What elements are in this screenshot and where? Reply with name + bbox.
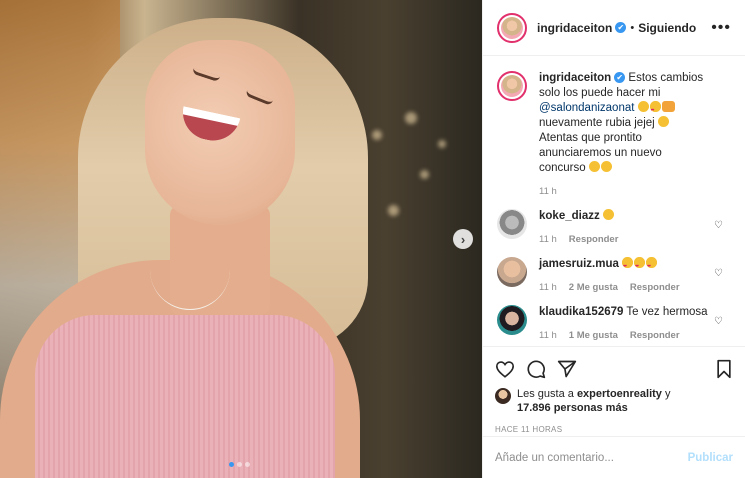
likes-summary: Les gusta a expertoenreality y 17.896 pe… (495, 387, 733, 415)
more-options-icon[interactable]: ••• (711, 19, 731, 37)
author-avatar[interactable] (497, 12, 527, 43)
chevron-right-icon[interactable]: › (453, 229, 473, 249)
grin-emoji-icon (657, 116, 669, 127)
comment-reply-button[interactable]: Responder (569, 234, 619, 245)
likes-text: Les gusta a expertoenreality y 17.896 pe… (517, 387, 670, 415)
comment: koke_diazz 11 h Responder ♡ (497, 209, 731, 245)
caption-username[interactable]: ingridaceiton (539, 72, 611, 84)
post-header: ingridaceiton ✔ • Siguiendo ••• (483, 0, 745, 56)
comment-likes-count[interactable]: 1 Me gusta (569, 330, 618, 341)
heart-eyes-emoji-icon (649, 101, 661, 117)
comment-body: Te vez hermosa (626, 306, 708, 318)
commenter-avatar[interactable] (497, 305, 527, 335)
liker-avatar[interactable] (495, 388, 511, 404)
comment-username[interactable]: klaudika152679 (539, 306, 623, 318)
comment-time[interactable]: 11 h (539, 282, 557, 293)
save-bookmark-icon[interactable] (715, 359, 733, 379)
post-timestamp[interactable]: HACE 11 HORAS (495, 425, 733, 434)
comment-meta: 11 h 2 Me gusta Responder (539, 282, 709, 293)
bokeh-light (420, 170, 429, 179)
verified-badge-icon: ✔ (615, 22, 627, 33)
publish-button[interactable]: Publicar (688, 452, 733, 464)
comment-text: koke_diazz (539, 209, 709, 224)
pink-top (35, 315, 335, 478)
caption-text: ingridaceiton ✔ Estos cambios solo los pu… (539, 71, 709, 176)
heart-eyes-emoji-icon (634, 257, 646, 273)
bokeh-light (438, 140, 446, 148)
caption-mention-link[interactable]: @salondanizaonat (539, 102, 634, 114)
comment-likes-count[interactable]: 2 Me gusta (569, 282, 618, 293)
bokeh-light (372, 130, 382, 140)
comment: jamesruiz.mua 11 h 2 Me gusta Responder ♡ (497, 257, 731, 293)
comment: klaudika152679 Te vez hermosa 11 h 1 Me g… (497, 305, 731, 341)
comment-like-heart-icon[interactable]: ♡ (714, 220, 723, 231)
following-button[interactable]: Siguiendo (638, 21, 696, 35)
caption-meta: 11 h (539, 186, 709, 197)
carousel-dot (245, 462, 250, 467)
bokeh-light (388, 205, 399, 216)
like-heart-icon[interactable] (495, 360, 515, 378)
action-icons (495, 355, 733, 383)
comment-input[interactable] (495, 451, 688, 464)
comment-reply-button[interactable]: Responder (630, 282, 680, 293)
author-username[interactable]: ingridaceiton (537, 21, 612, 35)
comment-reply-button[interactable]: Responder (630, 330, 680, 341)
comments-list[interactable]: ingridaceiton ✔ Estos cambios solo los pu… (483, 57, 745, 346)
post-photo[interactable]: › (0, 0, 482, 478)
scream-emoji-icon (588, 161, 600, 172)
comment-username[interactable]: jamesruiz.mua (539, 258, 619, 270)
comment-like-heart-icon[interactable]: ♡ (714, 316, 723, 327)
commenter-avatar[interactable] (497, 209, 527, 239)
liker-username[interactable]: expertoenreality (577, 388, 662, 400)
likes-conjunction: y (664, 388, 671, 400)
comment-bubble-icon[interactable] (526, 359, 546, 379)
comment-meta: 11 h Responder (539, 234, 709, 245)
separator: • (630, 21, 635, 34)
comment-time[interactable]: 11 h (539, 330, 557, 341)
heart-eyes-emoji-icon (646, 257, 658, 273)
flushed-emoji-icon (637, 101, 649, 112)
comment-like-heart-icon[interactable]: ♡ (714, 268, 723, 279)
caption-time[interactable]: 11 h (539, 186, 557, 197)
haircut-emoji-icon (661, 101, 675, 112)
carousel-indicator (229, 462, 250, 467)
caption-text-part: nuevamente rubia jejej (539, 117, 655, 129)
add-comment-bar: Publicar (483, 436, 745, 478)
comment-meta: 11 h 1 Me gusta Responder (539, 330, 709, 341)
heart-eyes-emoji-icon (622, 257, 634, 273)
caption-avatar[interactable] (497, 71, 527, 101)
post-sidebar: ingridaceiton ✔ • Siguiendo ••• ingridac… (482, 0, 745, 478)
comment-text: klaudika152679 Te vez hermosa (539, 305, 709, 320)
verified-badge-icon: ✔ (614, 72, 626, 83)
commenter-avatar[interactable] (497, 257, 527, 287)
likes-count-link[interactable]: 17.896 personas más (517, 402, 628, 414)
smile-emoji-icon (602, 209, 614, 220)
comment-username[interactable]: koke_diazz (539, 210, 600, 222)
comment-text: jamesruiz.mua (539, 257, 709, 273)
carousel-dot-active (229, 462, 234, 467)
post-actions: Les gusta a expertoenreality y 17.896 pe… (483, 346, 745, 434)
bokeh-light (405, 112, 417, 124)
comment-time[interactable]: 11 h (539, 234, 557, 245)
share-paper-plane-icon[interactable] (557, 359, 577, 379)
sunglasses-emoji-icon (600, 161, 612, 172)
carousel-dot (237, 462, 242, 467)
likes-prefix: Les gusta a (517, 388, 574, 400)
caption: ingridaceiton ✔ Estos cambios solo los pu… (497, 71, 731, 197)
